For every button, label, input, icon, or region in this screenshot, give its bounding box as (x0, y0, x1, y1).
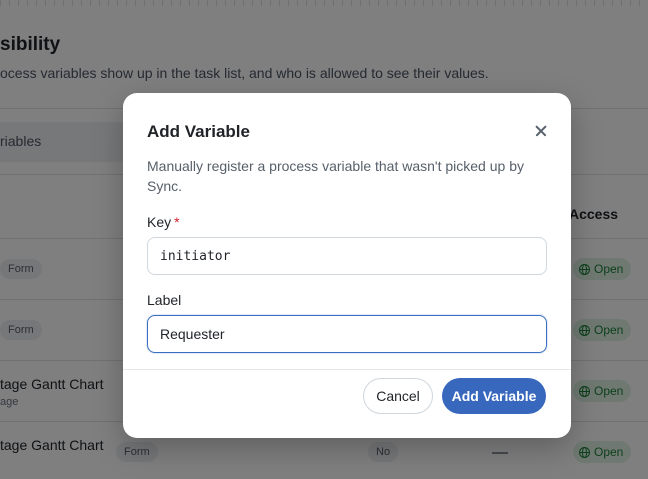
required-marker: * (174, 214, 180, 230)
key-input[interactable] (147, 237, 547, 275)
key-label: Key * (147, 214, 180, 230)
dialog-title: Add Variable (147, 122, 250, 141)
label-label: Label (147, 292, 182, 308)
add-variable-button[interactable]: Add Variable (442, 378, 546, 414)
label-input[interactable] (147, 315, 547, 353)
cancel-button[interactable]: Cancel (363, 378, 433, 414)
dialog-footer-divider (123, 369, 571, 370)
dialog-description: Manually register a process variable tha… (147, 158, 524, 194)
close-icon[interactable] (531, 121, 551, 141)
add-variable-dialog: Add Variable Manually register a process… (123, 93, 571, 438)
